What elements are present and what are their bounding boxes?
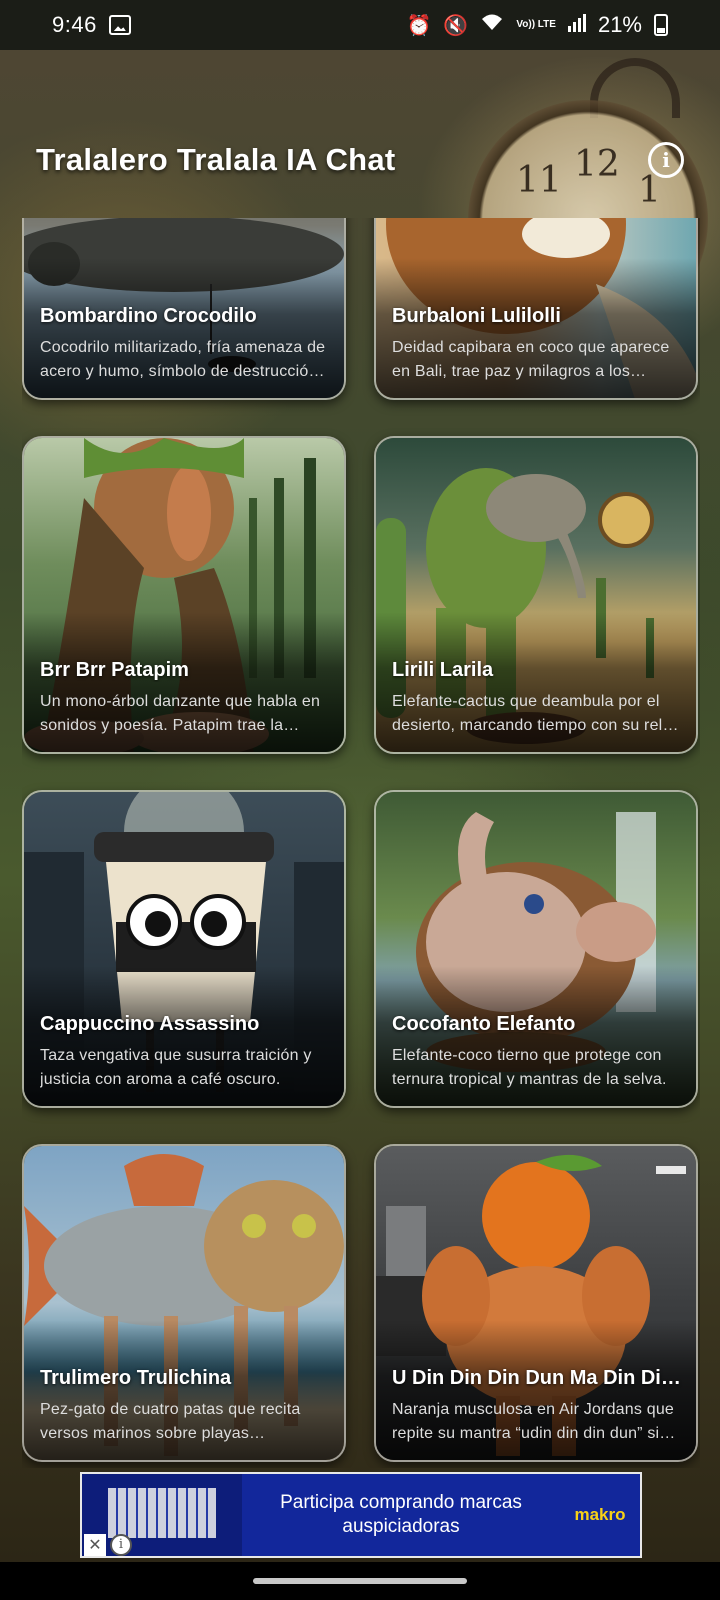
card-description: Elefante-cactus que deambula por el desi… bbox=[392, 693, 676, 734]
status-icons: ⏰ 🔇 Vo)) LTE 21% bbox=[407, 12, 668, 38]
character-card-lirili-larila[interactable]: Lirili Larila Elefante-cactus que deambu… bbox=[374, 436, 698, 754]
card-title: Burbaloni Lulilolli bbox=[392, 305, 561, 327]
card-description: Elefante-coco tierno que protege con ter… bbox=[392, 1047, 667, 1088]
character-card-bombardino-crocodilo[interactable]: Bombardino Crocodilo Cocodrilo militariz… bbox=[22, 218, 346, 400]
info-icon: i bbox=[662, 148, 670, 172]
character-card-u-din-din-din-dun[interactable]: U Din Din Din Dun Ma Din Din Din Dun Nar… bbox=[374, 1144, 698, 1462]
battery-percent: 21% bbox=[597, 12, 642, 37]
ad-image: ✕ i bbox=[82, 1474, 242, 1556]
card-description: Taza vengativa que susurra traición y ju… bbox=[40, 1047, 312, 1088]
card-title: Cocofanto Elefanto bbox=[392, 1013, 576, 1035]
card-title: Lirili Larila bbox=[392, 659, 494, 681]
status-time: 9:46 bbox=[52, 12, 97, 37]
system-nav-bar bbox=[0, 1562, 720, 1600]
card-title: Bombardino Crocodilo bbox=[40, 305, 257, 327]
wifi-icon bbox=[480, 12, 504, 38]
card-title: Trulimero Trulichina bbox=[40, 1367, 232, 1389]
card-title: Cappuccino Assassino bbox=[40, 1013, 260, 1035]
ad-banner[interactable]: ✕ i Participa comprando marcas auspiciad… bbox=[80, 1472, 642, 1558]
card-description: Cocodrilo militarizado, fría amenaza de … bbox=[40, 339, 326, 380]
ad-brand-logo: makro bbox=[574, 1505, 626, 1524]
character-grid[interactable]: Bombardino Crocodilo Cocodrilo militariz… bbox=[22, 218, 700, 1468]
ad-close-icon[interactable]: ✕ bbox=[84, 1534, 106, 1556]
status-bar: 9:46 ⏰ 🔇 Vo)) LTE 21% bbox=[0, 0, 720, 50]
card-title: U Din Din Din Dun Ma Din Din Din Dun bbox=[392, 1367, 684, 1389]
card-description: Deidad capibara en coco que aparece en B… bbox=[392, 339, 670, 380]
mute-icon: 🔇 bbox=[443, 14, 469, 37]
character-card-cappuccino-assassino[interactable]: Cappuccino Assassino Taza vengativa que … bbox=[22, 790, 346, 1108]
card-description: Un mono-árbol danzante que habla en soni… bbox=[40, 693, 321, 734]
character-card-burbaloni-lulilolli[interactable]: Burbaloni Lulilolli Deidad capibara en c… bbox=[374, 218, 698, 400]
page-title: Tralalero Tralala IA Chat bbox=[36, 142, 396, 177]
image-icon bbox=[108, 15, 131, 35]
volte-lte-icon: Vo)) LTE bbox=[516, 19, 556, 30]
character-card-cocofanto-elefanto[interactable]: Cocofanto Elefanto Elefante-coco tierno … bbox=[374, 790, 698, 1108]
character-card-trulimero-trulichina[interactable]: Trulimero Trulichina Pez-gato de cuatro … bbox=[22, 1144, 346, 1462]
card-description: Pez-gato de cuatro patas que recita vers… bbox=[40, 1401, 301, 1442]
character-card-brr-brr-patapim[interactable]: Brr Brr Patapim Un mono-árbol danzante q… bbox=[22, 436, 346, 754]
ad-text: Participa comprando marcas auspiciadoras bbox=[280, 1492, 522, 1537]
info-button[interactable]: i bbox=[648, 142, 684, 178]
card-title: Brr Brr Patapim bbox=[40, 659, 189, 681]
ad-info-icon[interactable]: i bbox=[110, 1534, 132, 1556]
home-gesture-handle[interactable] bbox=[253, 1578, 467, 1584]
signal-icon bbox=[567, 12, 586, 38]
card-description: Naranja musculosa en Air Jordans que rep… bbox=[392, 1401, 675, 1442]
alarm-icon: ⏰ bbox=[406, 14, 432, 37]
battery-icon bbox=[654, 14, 668, 36]
app-header: Tralalero Tralala IA Chat i bbox=[0, 120, 720, 200]
